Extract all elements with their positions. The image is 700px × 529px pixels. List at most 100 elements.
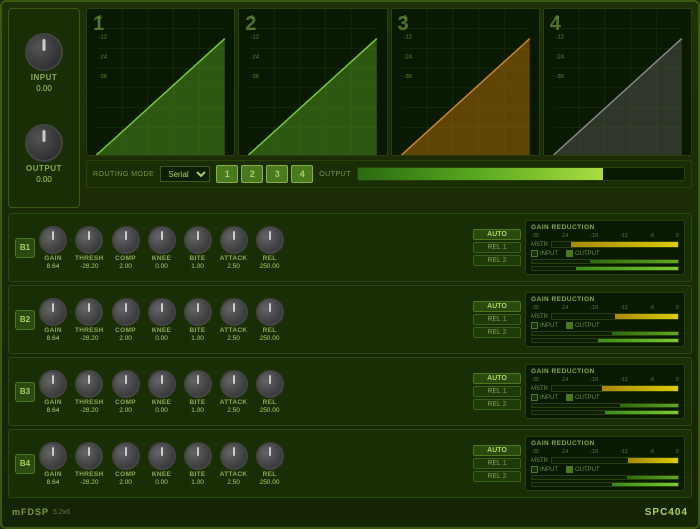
band-3-rel-knob[interactable] <box>256 370 284 398</box>
band-2-gr-scale: -30-24-18-12-60 <box>531 305 679 311</box>
band-3-auto-btn[interactable]: AUTO <box>473 373 521 384</box>
band-3-gr-title: GAIN REDUCTION <box>531 368 679 375</box>
band-2-output-check[interactable] <box>566 322 573 329</box>
band-2-controls: GAIN8.64 THRESH-28.20 COMP2.00 KNEE0.00 … <box>39 298 469 342</box>
output-knob[interactable] <box>25 124 63 162</box>
band-1-knee-knob[interactable] <box>148 226 176 254</box>
band-2-rel-knob[interactable] <box>256 298 284 326</box>
band-4-bite-knob[interactable] <box>184 442 212 470</box>
band-3-id: B3 <box>15 382 35 402</box>
band-4-input-check[interactable] <box>531 466 538 473</box>
svg-text:-24: -24 <box>251 54 260 60</box>
band-1-thresh-knob[interactable] <box>75 226 103 254</box>
band-1-input-label: INPUT <box>531 250 558 257</box>
band-1-rel: REL 250.00 <box>256 226 284 270</box>
band-3-buttons: AUTO REL 1 REL 2 <box>473 373 521 410</box>
band-1-bite-value: 1.00 <box>191 263 204 270</box>
band-1-attack-knob[interactable] <box>220 226 248 254</box>
band-btn-1[interactable]: 1 <box>216 165 238 183</box>
band-2-gr-in-meter <box>531 331 679 336</box>
band-4-output-check[interactable] <box>566 466 573 473</box>
band-1-id: B1 <box>15 238 35 258</box>
band-3-attack-knob[interactable] <box>220 370 248 398</box>
band-1-knee: KNEE 0.00 <box>148 226 176 270</box>
band-2-auto-btn[interactable]: AUTO <box>473 301 521 312</box>
band-1-output-label: OUTPUT <box>566 250 600 257</box>
bottom-section: B1 GAIN 8.64 THRESH -28.20 COMP 2.00 <box>8 213 692 498</box>
band-1-output-check[interactable] <box>566 250 573 257</box>
band-4-gr-mstr-label: MSTR <box>531 458 548 464</box>
band-1-auto-btn[interactable]: AUTO <box>473 229 521 240</box>
band-1-gain-knob[interactable] <box>39 226 67 254</box>
band-4-comp-knob[interactable] <box>112 442 140 470</box>
band-2-comp-knob[interactable] <box>112 298 140 326</box>
band-1-gain: GAIN 8.64 <box>39 226 67 270</box>
band-1-rel2-btn[interactable]: REL 2 <box>473 255 521 266</box>
band-3-thresh-knob[interactable] <box>75 370 103 398</box>
band-4-auto-btn[interactable]: AUTO <box>473 445 521 456</box>
band-1-gr-section: GAIN REDUCTION -30-24-18-12-60 MSTR INPU… <box>525 220 685 275</box>
band-1-attack-value: 2.50 <box>227 263 240 270</box>
svg-text:-24: -24 <box>403 54 412 60</box>
band-1-attack: ATTACK 2.50 <box>220 226 248 270</box>
band-3-comp-knob[interactable] <box>112 370 140 398</box>
band-2-gr-mstr-row: MSTR <box>531 313 679 320</box>
band-1-comp-knob[interactable] <box>112 226 140 254</box>
display-2: 2 0 -12 <box>238 8 387 156</box>
band-3-bite-knob[interactable] <box>184 370 212 398</box>
main-container: INPUT 0.00 OUTPUT 0.00 1 <box>0 0 700 529</box>
band-2-gr-mstr-bar <box>615 314 678 319</box>
svg-text:-36: -36 <box>555 74 564 80</box>
band-1-buttons: AUTO REL 1 REL 2 <box>473 229 521 266</box>
band-2-gr-out-meter <box>531 338 679 343</box>
band-4-knee-knob[interactable] <box>148 442 176 470</box>
band-4-rel-knob[interactable] <box>256 442 284 470</box>
band-btn-4[interactable]: 4 <box>291 165 313 183</box>
band-4-gain-knob[interactable] <box>39 442 67 470</box>
band-1-bite-knob[interactable] <box>184 226 212 254</box>
band-4-thresh-knob[interactable] <box>75 442 103 470</box>
band-4-rel1-btn[interactable]: REL 1 <box>473 458 521 469</box>
band-4-input-label: INPUT <box>531 466 558 473</box>
band-1-rel-knob[interactable] <box>256 226 284 254</box>
input-knob[interactable] <box>25 33 63 71</box>
band-2-gain-knob[interactable] <box>39 298 67 326</box>
band-2-output-text: OUTPUT <box>575 323 600 329</box>
band-1-gr-scale: -30-24-18-12-60 <box>531 233 679 239</box>
band-2-rel1-btn[interactable]: REL 1 <box>473 314 521 325</box>
band-1-gr-in-bar <box>590 260 678 263</box>
band-2-knee-knob[interactable] <box>148 298 176 326</box>
routing-mode-select[interactable]: Serial Parallel <box>160 166 210 182</box>
band-1-controls: GAIN 8.64 THRESH -28.20 COMP 2.00 KNEE 0… <box>39 226 469 270</box>
input-knob-group: INPUT 0.00 <box>25 33 63 93</box>
band-2-gr-mstr-meter <box>551 313 679 320</box>
band-2-bite-knob[interactable] <box>184 298 212 326</box>
band-4-output-label: OUTPUT <box>566 466 600 473</box>
band-btn-2[interactable]: 2 <box>241 165 263 183</box>
band-2-thresh-knob[interactable] <box>75 298 103 326</box>
band-2-input-label: INPUT <box>531 322 558 329</box>
band-3-gr-scale: -30-24-18-12-60 <box>531 377 679 383</box>
band-3-rel1-btn[interactable]: REL 1 <box>473 386 521 397</box>
band-2-input-check[interactable] <box>531 322 538 329</box>
band-3-knee-knob[interactable] <box>148 370 176 398</box>
band-3-output-check[interactable] <box>566 394 573 401</box>
band-1-input-check[interactable] <box>531 250 538 257</box>
band-1-rel1-btn[interactable]: REL 1 <box>473 242 521 253</box>
band-3-gain-knob[interactable] <box>39 370 67 398</box>
band-4-attack-knob[interactable] <box>220 442 248 470</box>
band-3-rel2-btn[interactable]: REL 2 <box>473 399 521 410</box>
band-4-input-text: INPUT <box>540 467 558 473</box>
band-1-comp-value: 2.00 <box>119 263 132 270</box>
band-2-rel2-btn[interactable]: REL 2 <box>473 327 521 338</box>
band-1-gr-out-bar <box>576 267 678 270</box>
band-1-gain-label: GAIN <box>44 255 61 262</box>
band-btn-3[interactable]: 3 <box>266 165 288 183</box>
input-label: INPUT <box>31 73 58 82</box>
band-4-rel2-btn[interactable]: REL 2 <box>473 471 521 482</box>
band-2-attack-knob[interactable] <box>220 298 248 326</box>
output-value: 0.00 <box>36 175 52 184</box>
band-4-gr-scale: -30-24-18-12-60 <box>531 449 679 455</box>
band-3-gr-in-meter <box>531 403 679 408</box>
band-3-input-check[interactable] <box>531 394 538 401</box>
